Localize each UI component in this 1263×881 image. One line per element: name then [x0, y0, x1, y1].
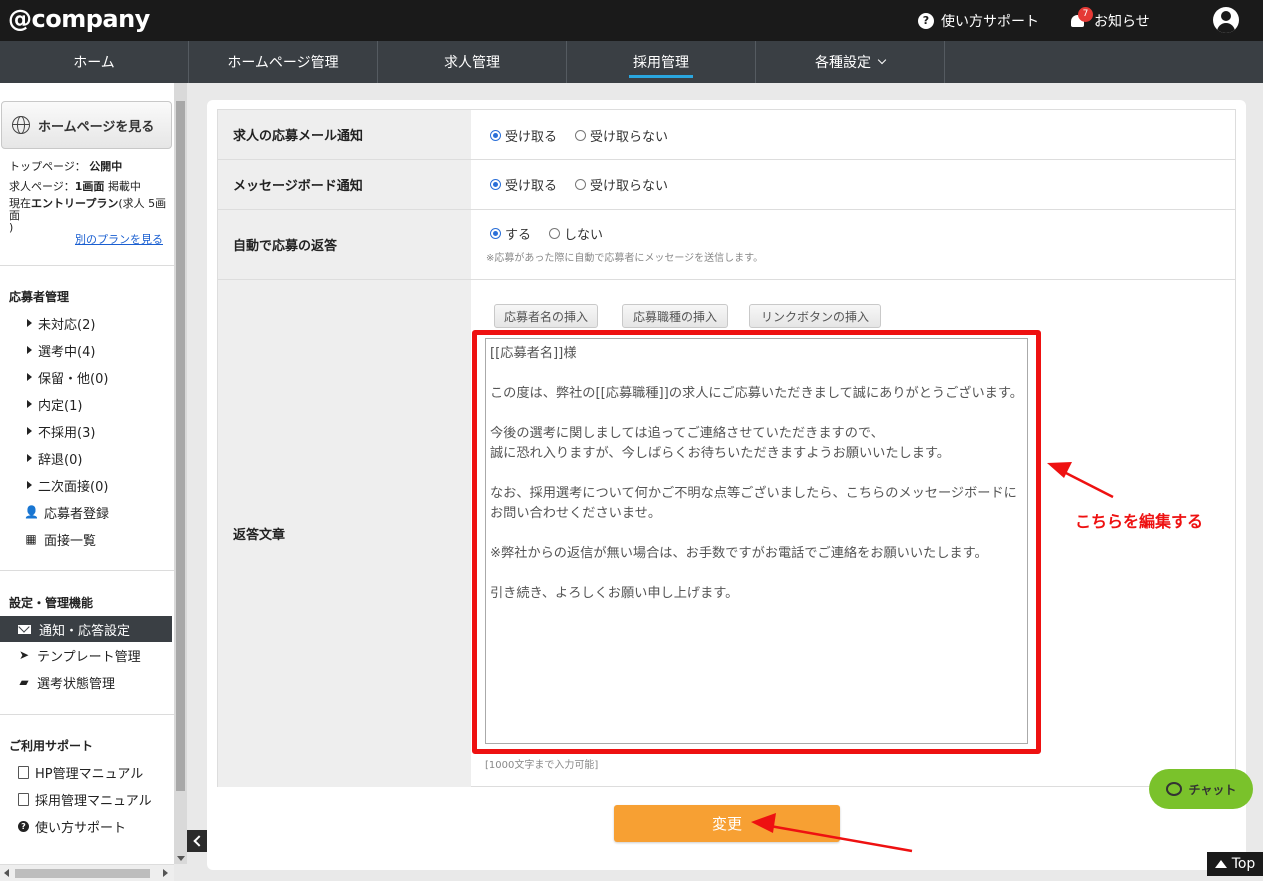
tab-settings[interactable]: 各種設定 [756, 41, 945, 83]
arrow-up-icon [1214, 860, 1227, 868]
sidebar-item-notify-settings[interactable]: 通知・応答設定 [0, 616, 172, 642]
reply-text-textarea[interactable]: [[応募者名]]様 この度は、弊社の[[応募職種]]の求人にご応募いただきまして… [485, 338, 1028, 744]
collapse-sidebar-button[interactable] [187, 830, 207, 852]
caret-right-icon [27, 427, 32, 435]
bell-icon: 7 [1069, 6, 1093, 30]
board-notify-off-radio[interactable]: 受け取らない [575, 175, 668, 194]
sidebar-item-offer[interactable]: 内定(1) [27, 394, 82, 414]
mail-notify-label: 求人の応募メール通知 [218, 110, 471, 159]
caret-right-icon [27, 346, 32, 354]
mail-notify-row: 求人の応募メール通知 受け取る 受け取らない [218, 110, 1235, 160]
auto-reply-label: 自動で応募の返答 [218, 210, 471, 279]
mail-notify-on-radio[interactable]: 受け取る [490, 126, 557, 145]
tab-job-mgmt[interactable]: 求人管理 [378, 41, 567, 83]
notice-link[interactable]: 7 お知らせ [1069, 0, 1150, 41]
question-icon: ? [18, 820, 29, 832]
insert-applicant-name-button[interactable]: 応募者名の挿入 [494, 304, 598, 328]
view-homepage-label: ホームページを見る [38, 119, 155, 135]
pdf-file-icon [18, 792, 29, 806]
user-plus-icon: 👤 [24, 505, 39, 519]
tab-home[interactable]: ホーム [0, 41, 189, 83]
chat-button[interactable]: チャット [1149, 769, 1253, 809]
back-to-top-button[interactable]: Top [1207, 852, 1263, 876]
top-page-status: トップページ： 公開中 [9, 160, 123, 173]
applicant-section-title: 応募者管理 [9, 290, 70, 304]
globe-icon [12, 116, 30, 134]
caret-right-icon [27, 400, 32, 408]
sidebar-item-in-selection[interactable]: 選考中(4) [27, 340, 95, 360]
auto-reply-on-radio[interactable]: する [490, 224, 531, 243]
divider [0, 265, 174, 266]
paper-plane-icon: ➤ [18, 648, 30, 662]
auto-reply-note: ※応募があった際に自動で応募者にメッセージを送信します。 [486, 253, 764, 264]
sidebar-item-second-interview[interactable]: 二次面接(0) [27, 475, 108, 495]
divider [0, 714, 174, 715]
tab-homepage-mgmt[interactable]: ホームページ管理 [189, 41, 378, 83]
mail-notify-off-radio[interactable]: 受け取らない [575, 126, 668, 145]
char-limit-note: [1000文字まで入力可能] [485, 760, 599, 771]
sidebar-item-rejected[interactable]: 不採用(3) [27, 421, 95, 441]
caret-right-icon [27, 481, 32, 489]
settings-section-title: 設定・管理機能 [9, 596, 94, 610]
sidebar: ホームページを見る トップページ： 公開中 求人ページ：1画面 掲載中 現在エン… [0, 83, 174, 864]
caret-right-icon [27, 454, 32, 462]
other-plan-link[interactable]: 別のプランを見る [75, 231, 163, 247]
main-nav: ホーム ホームページ管理 求人管理 採用管理 各種設定 [0, 41, 1263, 83]
board-notify-row: メッセージボード通知 受け取る 受け取らない [218, 160, 1235, 210]
tab-job-mgmt-label: 求人管理 [444, 55, 500, 71]
help-support-label: 使い方サポート [941, 13, 1039, 30]
sidebar-item-declined[interactable]: 辞退(0) [27, 448, 82, 468]
sidebar-item-interview-list[interactable]: ▦ 面接一覧 [24, 529, 96, 549]
divider [0, 570, 174, 571]
submit-change-button[interactable]: 変更 [614, 805, 840, 842]
edit-annotation: こちらを編集する [1075, 512, 1204, 531]
tab-recruit-mgmt[interactable]: 採用管理 [567, 41, 756, 83]
folder-open-icon: ▰ [19, 675, 29, 689]
auto-reply-off-radio[interactable]: しない [549, 224, 603, 243]
tab-settings-label: 各種設定 [815, 55, 871, 71]
notice-label: お知らせ [1094, 13, 1150, 30]
sidebar-item-recruit-manual[interactable]: 採用管理マニュアル [18, 789, 152, 809]
chat-bubble-icon [1165, 782, 1182, 796]
notice-count-badge: 7 [1078, 6, 1093, 22]
current-plan: 現在エントリープラン(求人 5画面) [9, 197, 167, 234]
caret-right-icon [27, 373, 32, 381]
sidebar-item-how-to-support[interactable]: ? 使い方サポート [18, 816, 126, 836]
insert-job-type-button[interactable]: 応募職種の挿入 [622, 304, 728, 328]
sidebar-item-on-hold[interactable]: 保留・他(0) [27, 367, 108, 387]
calendar-icon: ▦ [25, 532, 37, 546]
reply-text-label: 返答文章 [218, 280, 471, 787]
tab-homepage-mgmt-label: ホームページ管理 [227, 55, 339, 71]
sidebar-item-template-mgmt[interactable]: ➤ テンプレート管理 [17, 645, 141, 665]
caret-right-icon [27, 319, 32, 327]
board-notify-label: メッセージボード通知 [218, 160, 471, 209]
board-notify-on-radio[interactable]: 受け取る [490, 175, 557, 194]
company-logo[interactable]: @company [8, 5, 150, 33]
job-page-status: 求人ページ：1画面 掲載中 [9, 180, 141, 193]
support-section-title: ご利用サポート [9, 739, 94, 753]
sidebar-item-register-applicant[interactable]: 👤 応募者登録 [24, 502, 109, 522]
sidebar-item-status-mgmt[interactable]: ▰ 選考状態管理 [17, 672, 115, 692]
tab-home-label: ホーム [73, 55, 115, 71]
tab-recruit-mgmt-label: 採用管理 [633, 55, 689, 71]
question-icon: ? [918, 12, 934, 29]
insert-link-button[interactable]: リンクボタンの挿入 [749, 304, 881, 328]
sidebar-item-unhandled[interactable]: 未対応(2) [27, 313, 95, 333]
chevron-down-icon [877, 55, 887, 65]
envelope-icon [18, 624, 31, 634]
sidebar-horizontal-scrollbar[interactable] [0, 864, 174, 881]
sidebar-item-hp-manual[interactable]: HP管理マニュアル [18, 762, 143, 782]
help-support-link[interactable]: ? 使い方サポート [918, 0, 1039, 41]
pdf-file-icon [18, 765, 29, 779]
user-avatar-icon[interactable] [1213, 7, 1239, 33]
sidebar-scrollbar[interactable] [174, 83, 187, 864]
view-homepage-button[interactable]: ホームページを見る [1, 101, 172, 149]
top-bar: @company ? 使い方サポート 7 お知らせ [0, 0, 1263, 41]
auto-reply-row: 自動で応募の返答 する しない ※応募があった際に自動で応募者にメッセージを送信… [218, 210, 1235, 280]
